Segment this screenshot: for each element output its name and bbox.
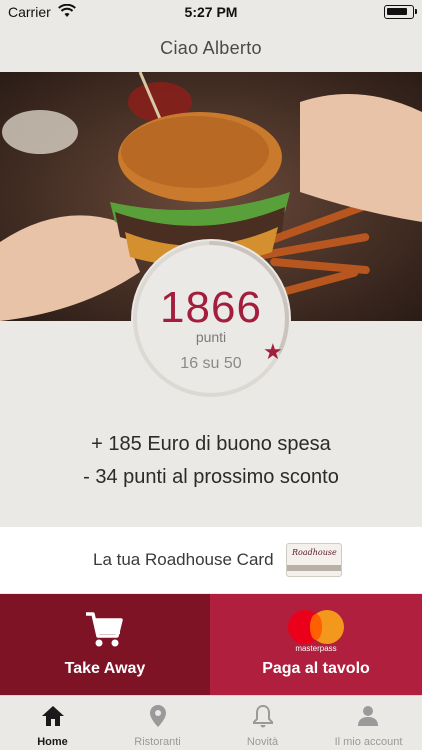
actions-bar: Take Away masterpass Paga al tavolo <box>0 594 422 695</box>
pay-label: Paga al tavolo <box>262 660 370 677</box>
user-icon <box>358 706 378 726</box>
points-gauge: 1866 punti 16 su 50 ★ <box>127 235 295 403</box>
tab-ristoranti-label: Ristoranti <box>134 736 181 748</box>
tab-account[interactable]: Il mio account <box>315 696 422 750</box>
mastercard-icon: masterpass <box>288 610 344 653</box>
voucher-text: + 185 Euro di buono spesa <box>91 433 331 455</box>
next-discount-text: - 34 punti al prossimo sconto <box>83 466 339 488</box>
tab-home-label: Home <box>37 736 68 748</box>
tab-novita[interactable]: Novità <box>210 696 315 750</box>
tab-home[interactable]: Home <box>0 696 105 750</box>
home-icon <box>42 706 64 726</box>
location-pin-icon <box>150 705 166 727</box>
status-bar: Carrier 5:27 PM <box>0 0 422 24</box>
card-thumbnail: Roadhouse <box>286 543 342 577</box>
page-title: Ciao Alberto <box>160 38 262 58</box>
takeaway-button[interactable]: Take Away <box>0 594 210 695</box>
tab-bar: Home Ristoranti Novità Il mio account <box>0 695 422 750</box>
takeaway-label: Take Away <box>64 660 146 677</box>
bell-icon <box>253 704 273 728</box>
card-label: La tua Roadhouse Card <box>93 550 274 569</box>
card-brand-logo: Roadhouse <box>292 548 337 557</box>
rewards-summary: + 185 Euro di buono spesa - 34 punti al … <box>0 428 422 494</box>
roadhouse-card-row[interactable]: La tua Roadhouse Card Roadhouse <box>0 527 422 593</box>
pay-at-table-button[interactable]: masterpass Paga al tavolo <box>210 594 422 695</box>
card-stripe <box>287 565 341 571</box>
tab-novita-label: Novità <box>246 736 279 748</box>
cart-icon <box>86 612 123 647</box>
tab-ristoranti[interactable]: Ristoranti <box>105 696 210 750</box>
tab-account-label: Il mio account <box>334 736 403 748</box>
points-value: 1866 <box>160 283 262 332</box>
battery-icon <box>384 5 417 19</box>
star-icon: ★ <box>263 339 283 364</box>
masterpass-label: masterpass <box>295 644 337 653</box>
clock: 5:27 PM <box>184 4 238 20</box>
